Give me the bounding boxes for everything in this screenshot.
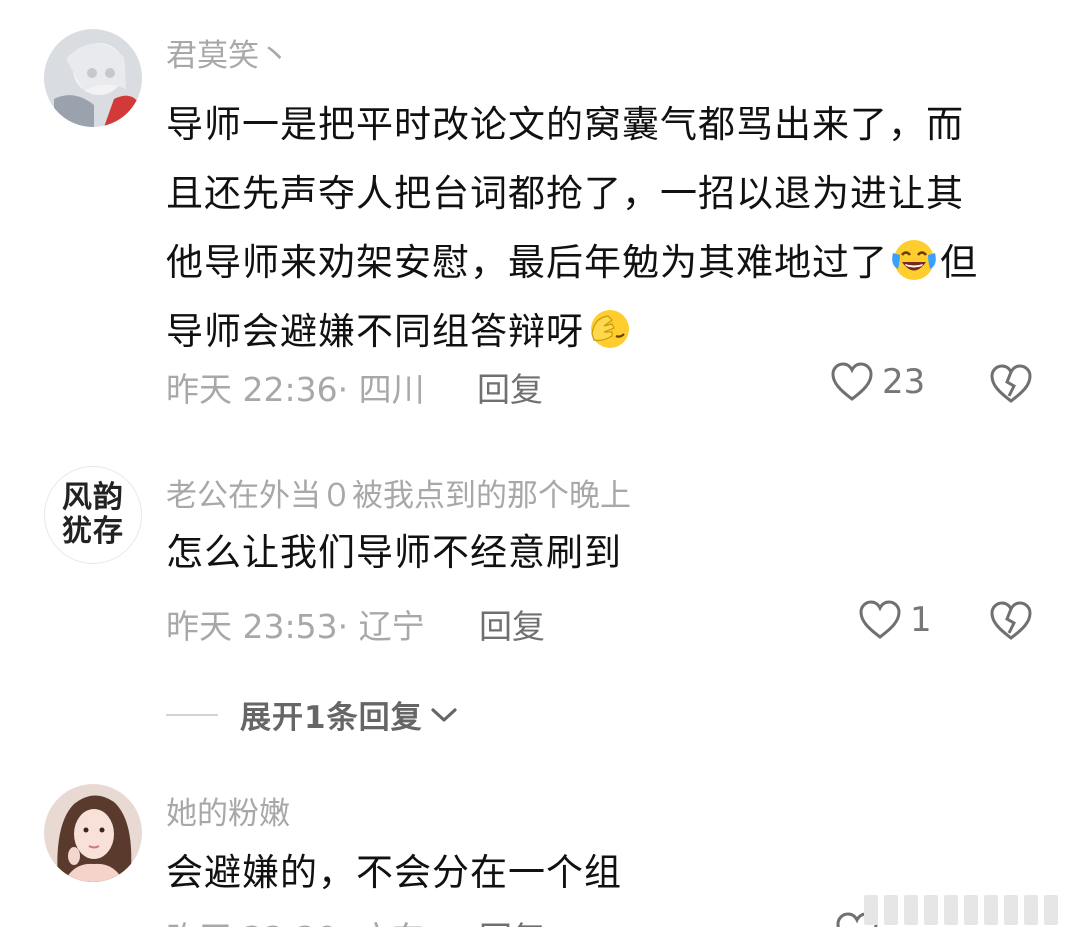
reply-button[interactable]: 回复 bbox=[477, 363, 543, 411]
avatar-text: 犹存 bbox=[62, 514, 124, 549]
username[interactable]: 老公在外当０被我点到的那个晚上 bbox=[166, 470, 631, 515]
expand-replies-button[interactable]: 展开1条回复 bbox=[166, 692, 459, 737]
comment-feed: 君莫笑丶 导师一是把平时改论文的窝囊气都骂出来了，而 且还先声夺人把台词都抢了，… bbox=[0, 0, 1080, 927]
comment-line-text: 导师会避嫌不同组答辩呀 bbox=[166, 310, 584, 353]
avatar[interactable]: 风韵 犹存 bbox=[44, 466, 142, 564]
username[interactable]: 君莫笑丶 bbox=[166, 30, 290, 75]
heart-icon bbox=[859, 600, 901, 639]
username[interactable]: 她的粉嫩 bbox=[166, 788, 290, 833]
dislike-button[interactable] bbox=[989, 601, 1033, 645]
like-count: 1 bbox=[910, 600, 932, 640]
heart-icon bbox=[831, 362, 873, 401]
reply-button[interactable]: 回复 bbox=[479, 600, 545, 648]
comment-text: 怎么让我们导师不经意刷到 bbox=[166, 531, 622, 574]
comment-text: 导师一是把平时改论文的窝囊气都骂出来了，而 且还先声夺人把台词都抢了，一招以退为… bbox=[166, 90, 1036, 366]
timestamp: 昨天 22:20 bbox=[166, 919, 338, 927]
avatar-text: 风韵 bbox=[62, 480, 124, 515]
watermark-icon bbox=[864, 895, 1058, 925]
location: · 辽宁 bbox=[337, 607, 425, 646]
comment-line-text: 但 bbox=[940, 241, 978, 284]
expand-replies-label: 展开1条回复 bbox=[240, 700, 423, 736]
like-count: 23 bbox=[882, 362, 926, 402]
comment-line: 且还先声夺人把台词都抢了，一招以退为进让其 bbox=[166, 172, 964, 215]
location: · 四川 bbox=[337, 370, 425, 409]
comment-line: 导师一是把平时改论文的窝囊气都骂出来了，而 bbox=[166, 103, 964, 146]
comment-line-text: 他导师来劝架安慰，最后年勉为其难地过了 bbox=[166, 241, 888, 284]
reply-button[interactable]: 回复 bbox=[479, 912, 545, 927]
avatar[interactable] bbox=[44, 29, 142, 127]
comment-meta: 昨天 22:20· 广东 bbox=[166, 912, 425, 927]
laughing-crying-emoji-icon bbox=[892, 240, 936, 280]
comment-meta: 昨天 22:36· 四川 bbox=[166, 363, 425, 411]
chevron-down-icon bbox=[430, 707, 457, 722]
dislike-button[interactable] bbox=[989, 364, 1033, 408]
divider bbox=[166, 713, 218, 716]
broken-heart-icon bbox=[990, 601, 1032, 640]
comment-meta: 昨天 23:53· 辽宁 bbox=[166, 600, 425, 648]
timestamp: 昨天 22:36 bbox=[166, 370, 338, 409]
broken-heart-icon bbox=[990, 364, 1032, 403]
timestamp: 昨天 23:53 bbox=[166, 607, 338, 646]
comment-line: 他导师来劝架安慰，最后年勉为其难地过了 但 bbox=[166, 228, 1036, 297]
comment-line: 导师会避嫌不同组答辩呀 bbox=[166, 297, 1036, 366]
avatar[interactable] bbox=[44, 784, 142, 882]
location: · 广东 bbox=[338, 919, 425, 927]
like-button[interactable]: 1 bbox=[858, 600, 932, 640]
facepalm-emoji-icon bbox=[591, 310, 629, 348]
like-button[interactable]: 23 bbox=[830, 362, 925, 402]
